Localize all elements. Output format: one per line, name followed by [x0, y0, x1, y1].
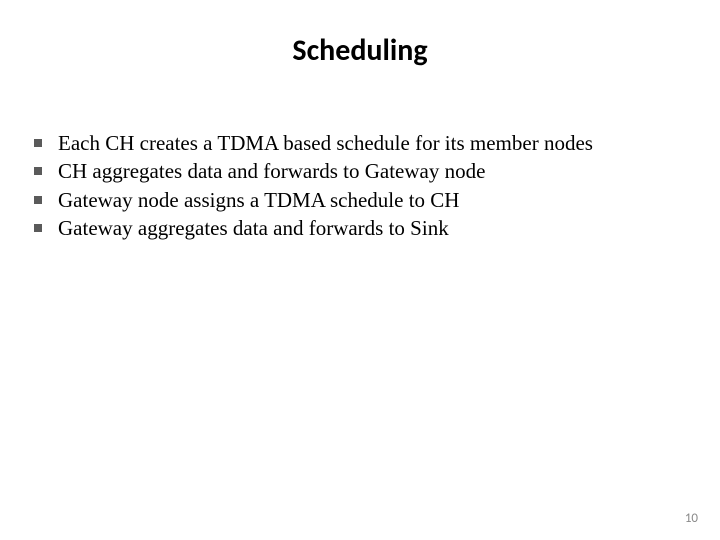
square-bullet-icon [34, 196, 42, 204]
bullet-text: CH aggregates data and forwards to Gatew… [58, 157, 690, 185]
bullet-text: Gateway aggregates data and forwards to … [58, 214, 690, 242]
square-bullet-icon [34, 139, 42, 147]
bullet-text: Each CH creates a TDMA based schedule fo… [58, 129, 690, 157]
slide-title: Scheduling [30, 32, 690, 69]
list-item: Gateway node assigns a TDMA schedule to … [34, 186, 690, 214]
bullet-list: Each CH creates a TDMA based schedule fo… [30, 129, 690, 242]
slide-container: Scheduling Each CH creates a TDMA based … [0, 0, 720, 540]
square-bullet-icon [34, 224, 42, 232]
page-number: 10 [685, 511, 698, 526]
square-bullet-icon [34, 167, 42, 175]
list-item: Each CH creates a TDMA based schedule fo… [34, 129, 690, 157]
bullet-text: Gateway node assigns a TDMA schedule to … [58, 186, 690, 214]
list-item: CH aggregates data and forwards to Gatew… [34, 157, 690, 185]
list-item: Gateway aggregates data and forwards to … [34, 214, 690, 242]
